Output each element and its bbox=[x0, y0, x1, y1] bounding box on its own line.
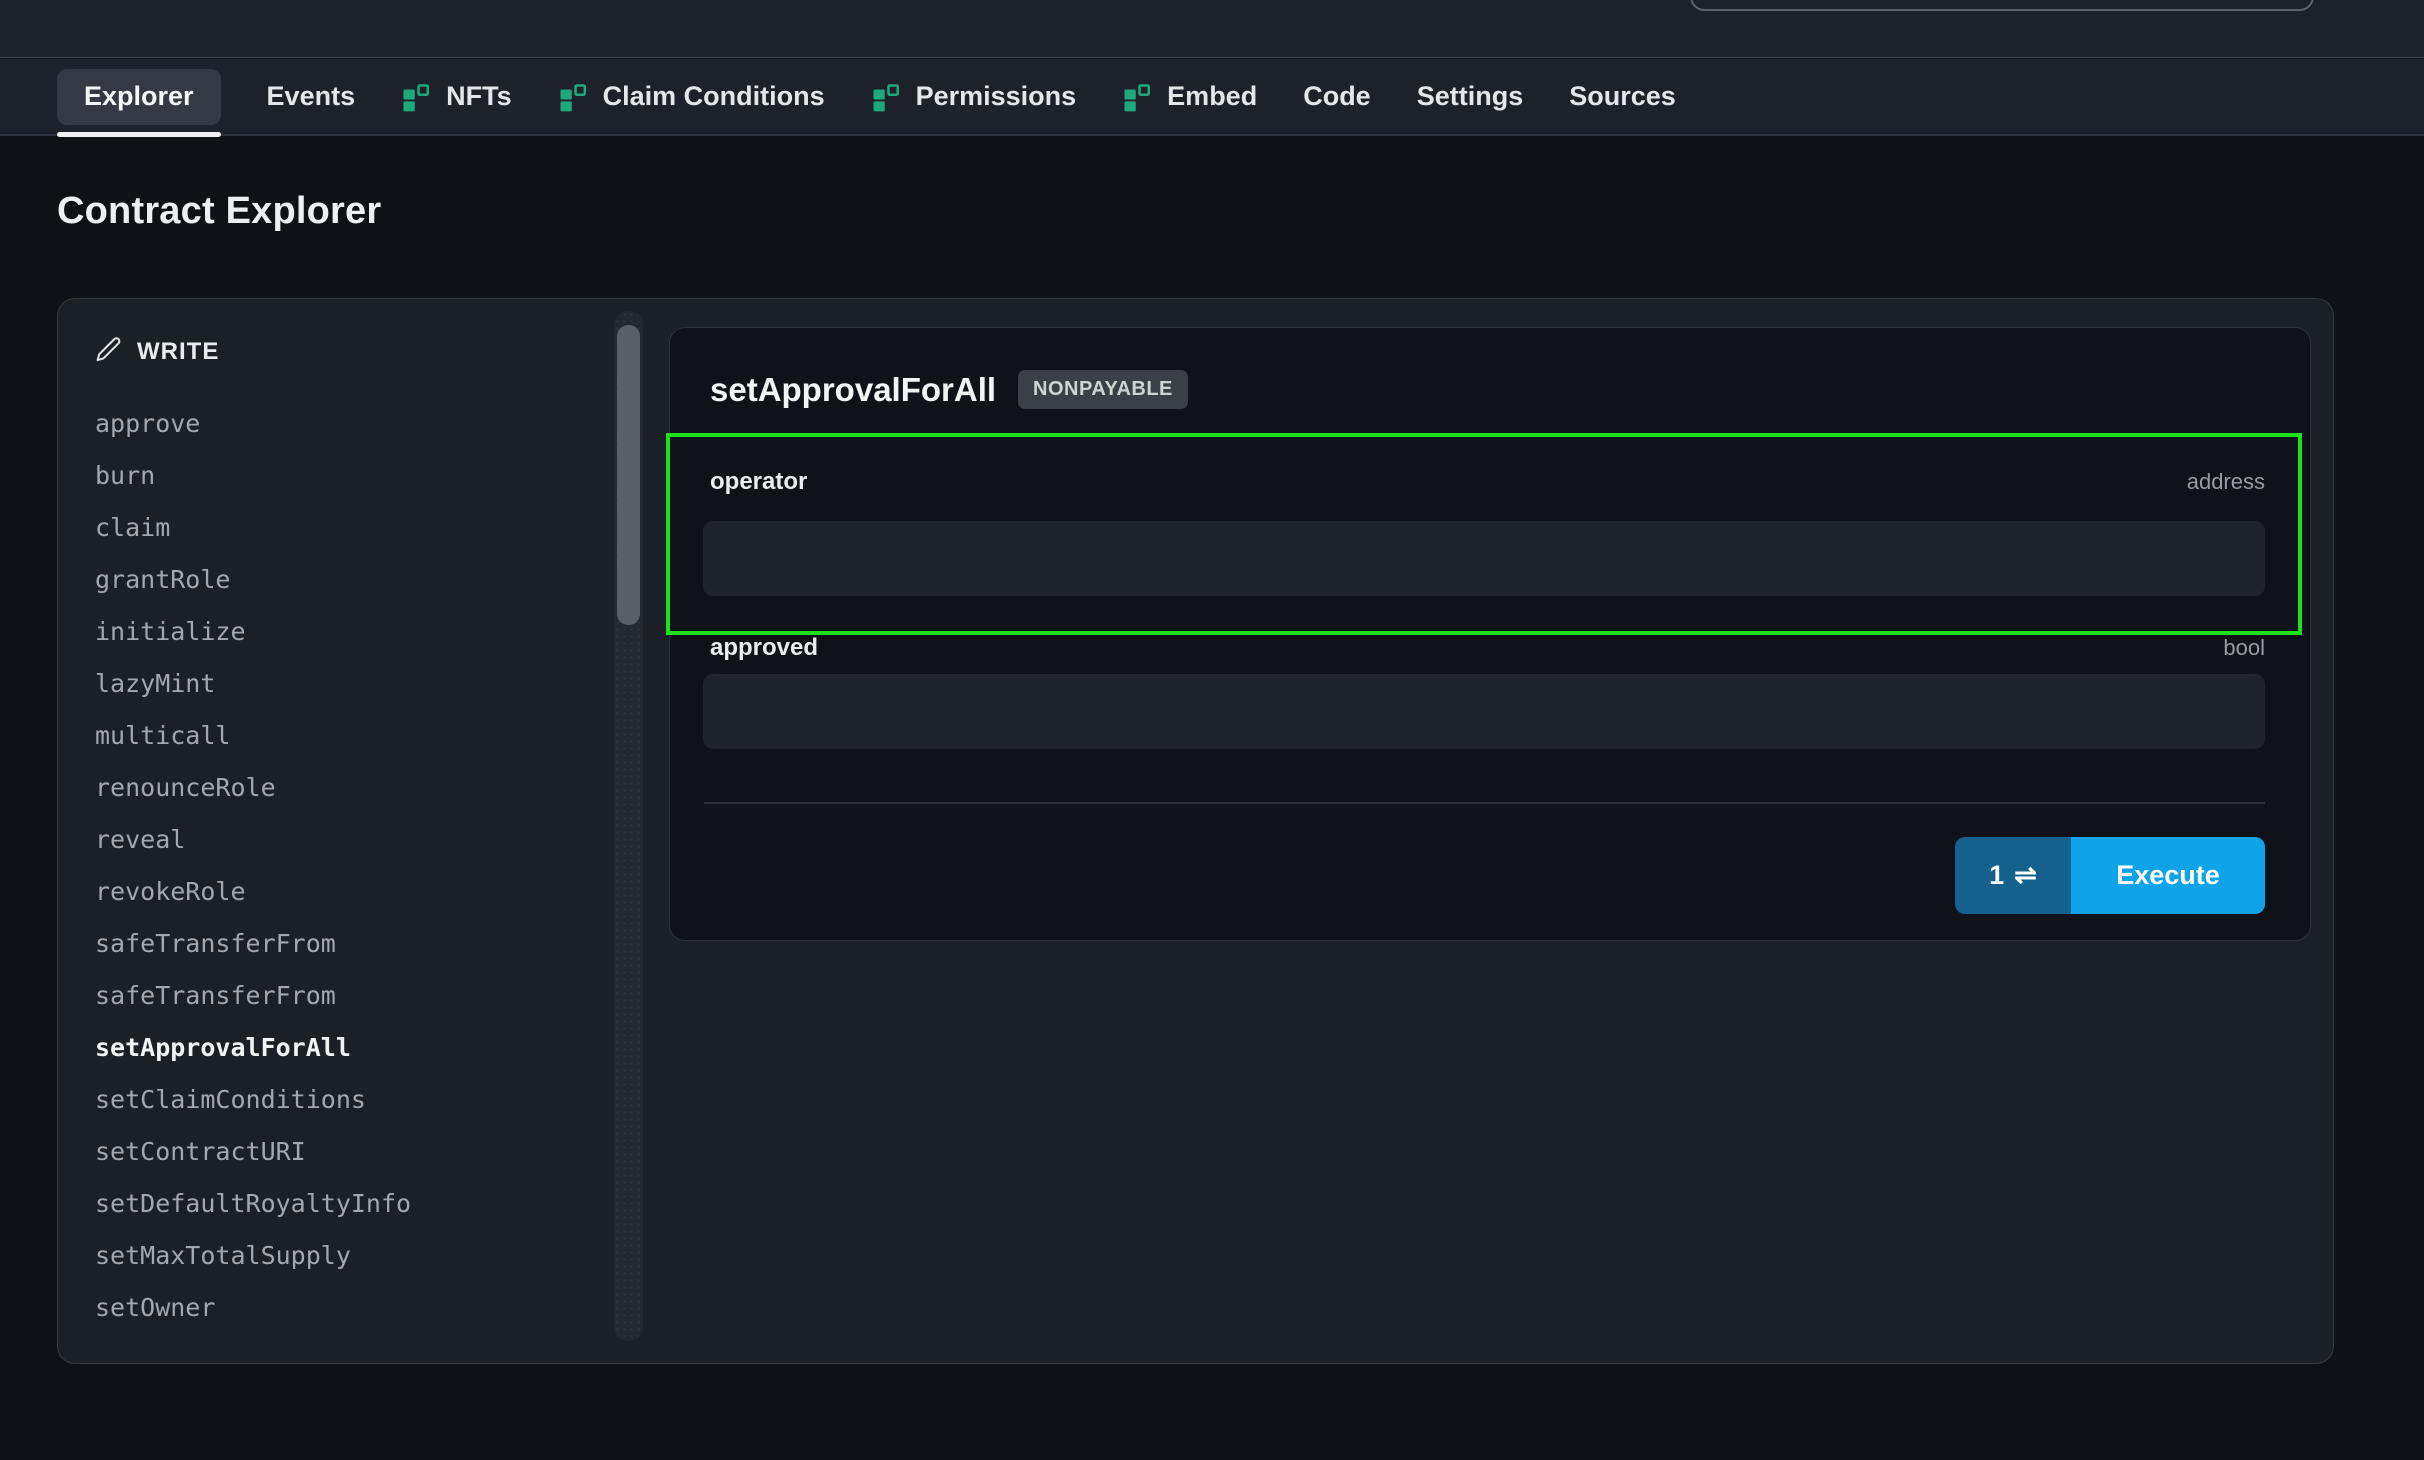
tab-label: Settings bbox=[1417, 81, 1524, 112]
function-items: approveburnclaimgrantRoleinitializelazyM… bbox=[95, 398, 608, 1334]
function-item-safeTransferFrom[interactable]: safeTransferFrom bbox=[95, 918, 608, 970]
mutability-badge: NONPAYABLE bbox=[1018, 370, 1188, 409]
function-detail-card: setApprovalForAll NONPAYABLE operator ad… bbox=[669, 327, 2311, 941]
function-item-setDefaultRoyaltyInfo[interactable]: setDefaultRoyaltyInfo bbox=[95, 1178, 608, 1230]
tab-code[interactable]: Code bbox=[1303, 69, 1371, 125]
tab-explorer[interactable]: Explorer bbox=[57, 69, 221, 125]
function-item-setClaimConditions[interactable]: setClaimConditions bbox=[95, 1074, 608, 1126]
tab-sources[interactable]: Sources bbox=[1569, 69, 1676, 125]
function-item-setMaxTotalSupply[interactable]: setMaxTotalSupply bbox=[95, 1230, 608, 1282]
operator-label-row: operator address bbox=[710, 468, 2265, 496]
tab-label: Events bbox=[267, 81, 356, 112]
tab-label: Sources bbox=[1569, 81, 1676, 112]
function-title-row: setApprovalForAll NONPAYABLE bbox=[710, 370, 1188, 409]
tab-label: Claim Conditions bbox=[603, 81, 825, 112]
modules-icon bbox=[558, 82, 588, 112]
explorer-panel: WRITE approveburnclaimgrantRoleinitializ… bbox=[57, 298, 2334, 1364]
modules-icon bbox=[871, 82, 901, 112]
write-section-header: WRITE bbox=[95, 333, 608, 371]
tab-settings[interactable]: Settings bbox=[1417, 69, 1524, 125]
function-item-claim[interactable]: claim bbox=[95, 502, 608, 554]
contract-dashboard: Explorer Events NFTs Claim Conditions Permis… bbox=[0, 0, 2424, 1460]
function-item-initialize[interactable]: initialize bbox=[95, 606, 608, 658]
function-item-burn[interactable]: burn bbox=[95, 450, 608, 502]
tab-label: Explorer bbox=[84, 81, 194, 112]
function-item-setApprovalForAll[interactable]: setApprovalForAll bbox=[95, 1022, 608, 1074]
tab-permissions[interactable]: Permissions bbox=[871, 69, 1077, 125]
function-item-multicall[interactable]: multicall bbox=[95, 710, 608, 762]
tab-embed[interactable]: Embed bbox=[1122, 69, 1257, 125]
sidebar-scrollbar-track[interactable] bbox=[614, 311, 643, 1341]
tab-claim-conditions[interactable]: Claim Conditions bbox=[558, 69, 825, 125]
modules-icon bbox=[1122, 82, 1152, 112]
card-divider bbox=[704, 802, 2265, 804]
operator-field-label: operator bbox=[710, 468, 807, 496]
tab-label: Code bbox=[1303, 81, 1371, 112]
tab-label: Permissions bbox=[916, 81, 1077, 112]
operator-input[interactable] bbox=[703, 521, 2265, 596]
function-item-lazyMint[interactable]: lazyMint bbox=[95, 658, 608, 710]
modules-icon bbox=[401, 82, 431, 112]
tab-label: NFTs bbox=[446, 81, 512, 112]
function-item-renounceRole[interactable]: renounceRole bbox=[95, 762, 608, 814]
approved-label-row: approved bool bbox=[710, 634, 2265, 662]
function-item-approve[interactable]: approve bbox=[95, 398, 608, 450]
transaction-count-button[interactable]: 1 ⇌ bbox=[1955, 837, 2071, 914]
pencil-icon bbox=[95, 336, 122, 368]
tab-events[interactable]: Events bbox=[267, 69, 356, 125]
tab-nfts[interactable]: NFTs bbox=[401, 69, 512, 125]
approved-input[interactable] bbox=[703, 674, 2265, 749]
write-section-label: WRITE bbox=[137, 338, 219, 366]
function-item-revokeRole[interactable]: revokeRole bbox=[95, 866, 608, 918]
page-title: Contract Explorer bbox=[57, 190, 381, 233]
function-name-title: setApprovalForAll bbox=[710, 371, 996, 409]
approved-field-label: approved bbox=[710, 634, 818, 662]
tab-bar: Explorer Events NFTs Claim Conditions Permis… bbox=[0, 59, 2424, 136]
function-item-setOwner[interactable]: setOwner bbox=[95, 1282, 608, 1334]
function-list: WRITE approveburnclaimgrantRoleinitializ… bbox=[58, 299, 608, 1334]
execute-button-group: 1 ⇌ Execute bbox=[1955, 837, 2265, 914]
function-item-safeTransferFrom[interactable]: safeTransferFrom bbox=[95, 970, 608, 1022]
function-item-grantRole[interactable]: grantRole bbox=[95, 554, 608, 606]
swap-arrows-icon: ⇌ bbox=[2014, 860, 2037, 891]
cutoff-card-edge bbox=[1690, 0, 2314, 11]
function-item-reveal[interactable]: reveal bbox=[95, 814, 608, 866]
top-strip bbox=[0, 0, 2424, 58]
approved-field-type: bool bbox=[2223, 635, 2265, 661]
function-item-setContractURI[interactable]: setContractURI bbox=[95, 1126, 608, 1178]
transaction-count: 1 bbox=[1989, 860, 2004, 891]
sidebar-scrollbar-thumb[interactable] bbox=[617, 325, 640, 625]
tab-label: Embed bbox=[1167, 81, 1257, 112]
operator-field-type: address bbox=[2187, 469, 2265, 495]
execute-button[interactable]: Execute bbox=[2071, 837, 2265, 914]
